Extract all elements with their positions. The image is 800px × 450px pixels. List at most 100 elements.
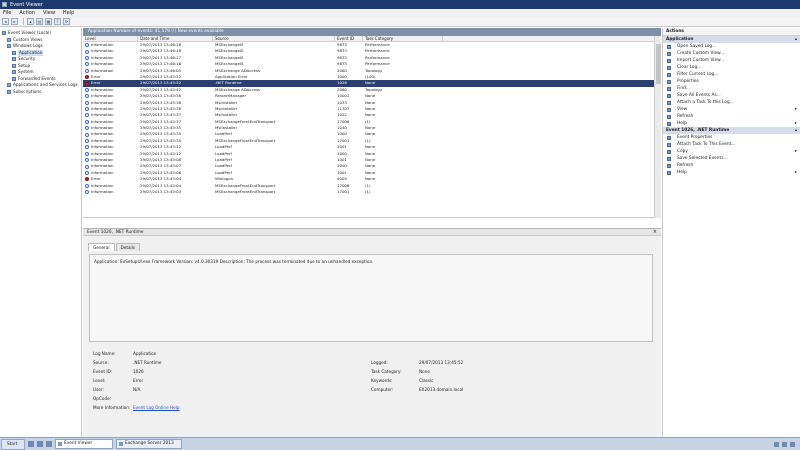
- information-icon: [85, 145, 89, 150]
- prop-value: 29/07/2013 13:45:52: [419, 360, 464, 365]
- tab-details[interactable]: Details: [115, 243, 141, 251]
- action-icon: [667, 156, 671, 161]
- explorer-icon[interactable]: [46, 441, 52, 447]
- actions-section-application[interactable]: Application ▴: [663, 36, 800, 43]
- event-list: Level Date and Time Source Event ID Task…: [83, 36, 661, 218]
- flag-icon[interactable]: [790, 441, 795, 447]
- information-icon: [85, 100, 89, 105]
- action-label: Create Custom View...: [677, 51, 725, 56]
- information-icon: [85, 171, 89, 175]
- detail-tabs: General Details: [83, 236, 661, 251]
- folder-icon: [12, 57, 16, 62]
- detail-title: Event 1026, .NET Runtime: [87, 230, 144, 235]
- action-item[interactable]: Attach Task To This Event...: [663, 141, 800, 148]
- section-label: Event 1026, .NET Runtime: [666, 128, 730, 133]
- action-label: Refresh: [677, 114, 694, 119]
- action-icon: [667, 142, 671, 147]
- start-button[interactable]: Start: [1, 438, 25, 450]
- table-row[interactable]: Information 29/07/2013 13:45:03 MSExchange…: [83, 189, 661, 195]
- action-item[interactable]: Save Selected Events...: [663, 155, 800, 162]
- action-icon: [667, 170, 671, 175]
- error-icon: [85, 81, 89, 86]
- actions-list-application: Open Saved Log... Create Custom View... Im…: [663, 43, 800, 127]
- action-item[interactable]: Import Custom View...: [663, 57, 800, 64]
- action-item[interactable]: Refresh: [663, 113, 800, 120]
- volume-icon[interactable]: [782, 441, 787, 447]
- action-label: Save All Events As...: [677, 93, 721, 98]
- action-icon: [667, 86, 671, 91]
- prop-label: Source:: [93, 360, 109, 365]
- collapse-icon[interactable]: ▴: [795, 36, 797, 43]
- menu-view[interactable]: View: [43, 10, 55, 16]
- submenu-arrow-icon: ▸: [794, 107, 797, 112]
- action-label: View: [677, 107, 688, 112]
- show-hide-tree-icon[interactable]: ▤: [36, 18, 43, 25]
- powershell-icon[interactable]: [37, 441, 43, 447]
- toolbar-separator: [23, 18, 24, 25]
- action-item[interactable]: View ▸: [663, 106, 800, 113]
- action-item[interactable]: Properties: [663, 78, 800, 85]
- prop-label: Keywords:: [371, 378, 393, 383]
- action-item[interactable]: Attach a Task To this Log...: [663, 99, 800, 106]
- taskbar-exchange-setup[interactable]: Exchange Server 2013: [116, 439, 182, 449]
- column-task-category[interactable]: Task Category: [363, 36, 443, 41]
- taskbar-button-label: Event Viewer: [64, 441, 93, 446]
- column-level[interactable]: Level: [83, 36, 138, 41]
- prop-label: OpCode:: [93, 396, 112, 401]
- action-item[interactable]: Refresh: [663, 162, 800, 169]
- action-item[interactable]: Create Custom View...: [663, 50, 800, 57]
- prop-value: 1026: [133, 369, 144, 374]
- collapse-icon[interactable]: ▴: [795, 127, 797, 134]
- tab-general[interactable]: General: [88, 243, 115, 251]
- action-label: Properties: [677, 79, 699, 84]
- center-pane: Application Number of events: 41,579 (!)…: [83, 28, 661, 437]
- prop-label: Logged:: [371, 360, 388, 365]
- action-item[interactable]: Clear Log...: [663, 64, 800, 71]
- folder-icon: [12, 76, 16, 81]
- event-message[interactable]: Application: ExSetupUI.exe Framework Ver…: [89, 254, 653, 342]
- information-icon: [85, 113, 89, 118]
- taskbar-event-viewer[interactable]: Event Viewer: [55, 439, 113, 449]
- refresh-icon[interactable]: ⟳: [63, 18, 70, 25]
- column-date[interactable]: Date and Time: [138, 36, 213, 41]
- level-text: Information: [91, 188, 114, 194]
- tree-item[interactable]: Subscriptions: [0, 89, 81, 96]
- menu-help[interactable]: Help: [63, 10, 74, 16]
- prop-user: User: N/A: [93, 386, 140, 393]
- section-label: Application: [666, 37, 694, 42]
- prop-value: .NET Runtime: [133, 360, 162, 365]
- back-icon[interactable]: ◂: [2, 18, 9, 25]
- action-item[interactable]: Copy ▸: [663, 148, 800, 155]
- menu-file[interactable]: File: [3, 10, 11, 16]
- action-item[interactable]: Open Saved Log...: [663, 43, 800, 50]
- action-item[interactable]: Filter Current Log...: [663, 71, 800, 78]
- scrollbar-thumb[interactable]: [656, 44, 661, 84]
- action-label: Help: [677, 121, 687, 126]
- information-icon: [85, 158, 89, 163]
- column-event-id[interactable]: Event ID: [335, 36, 363, 41]
- close-icon[interactable]: ×: [653, 229, 657, 236]
- folder-icon: [12, 50, 16, 55]
- online-help-link[interactable]: Event Log Online Help: [133, 405, 180, 410]
- action-icon: [667, 163, 671, 168]
- properties-icon[interactable]: ▦: [45, 18, 52, 25]
- event-list-scrollbar[interactable]: [654, 36, 661, 218]
- actions-section-event[interactable]: Event 1026, .NET Runtime ▴: [663, 127, 800, 134]
- help-icon[interactable]: ?: [54, 18, 61, 25]
- action-item[interactable]: Find...: [663, 85, 800, 92]
- column-source[interactable]: Source: [213, 36, 335, 41]
- prop-task-category: Task Category: None: [371, 368, 430, 375]
- server-manager-icon[interactable]: [28, 441, 34, 447]
- action-item[interactable]: Help ▸: [663, 120, 800, 127]
- menu-action[interactable]: Action: [19, 10, 35, 16]
- up-icon[interactable]: ▴: [27, 18, 34, 25]
- forward-icon[interactable]: ▸: [11, 18, 18, 25]
- prop-label: Level:: [93, 378, 106, 383]
- network-icon[interactable]: [774, 441, 779, 447]
- action-item[interactable]: Help ▸: [663, 169, 800, 176]
- folder-icon: [7, 89, 11, 94]
- action-icon: [667, 107, 671, 112]
- error-icon: [85, 75, 89, 80]
- action-item[interactable]: Event Properties: [663, 134, 800, 141]
- action-item[interactable]: Save All Events As...: [663, 92, 800, 99]
